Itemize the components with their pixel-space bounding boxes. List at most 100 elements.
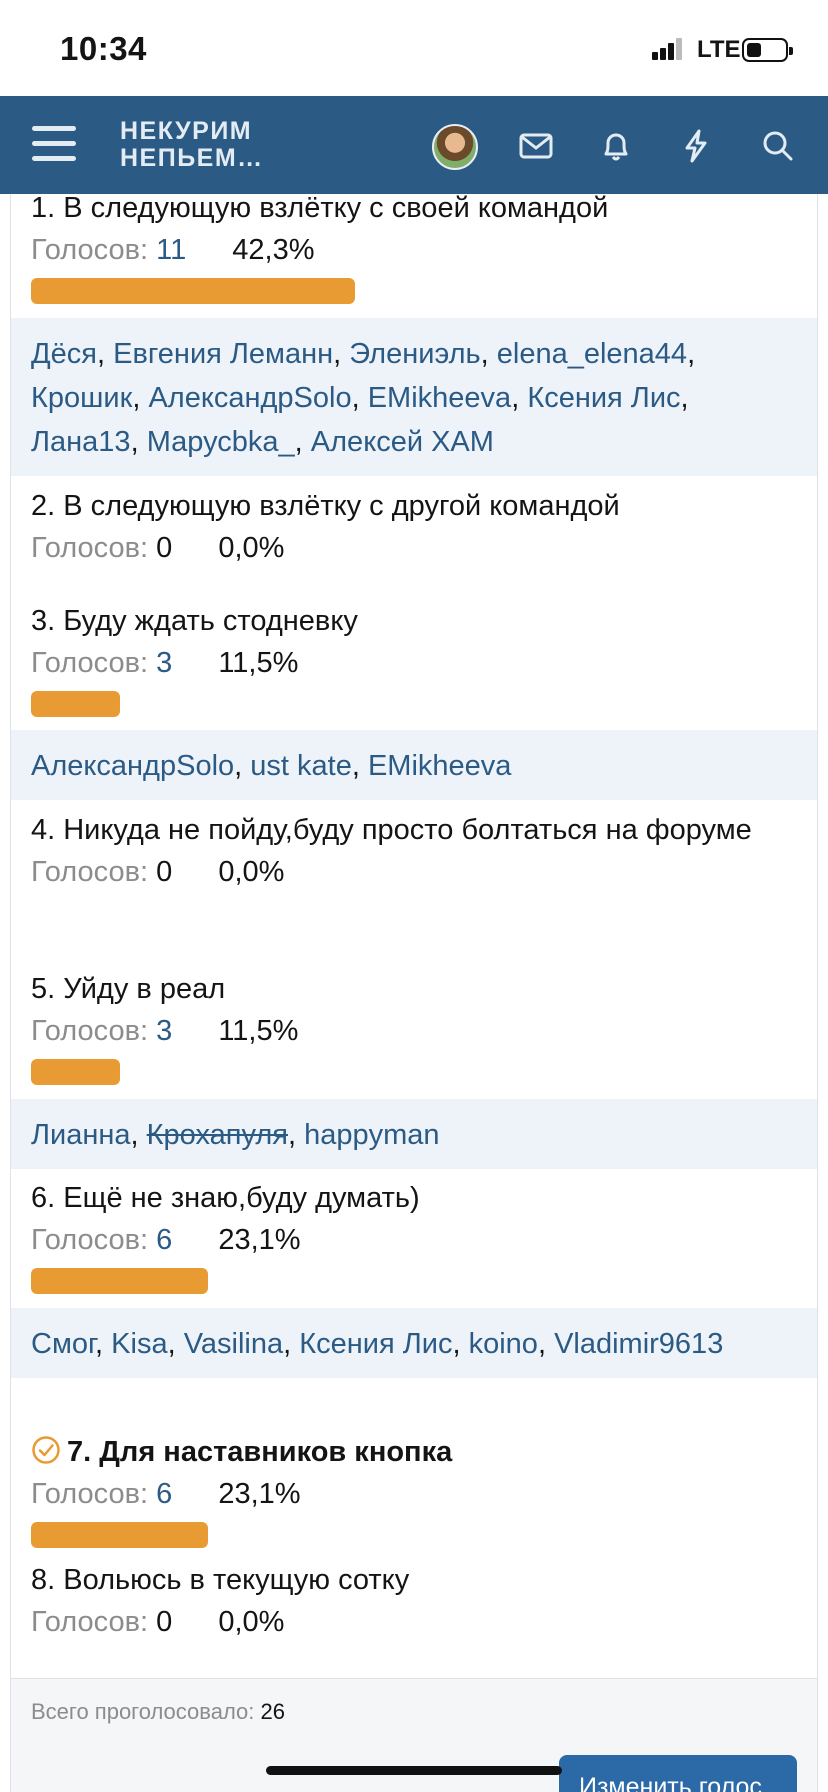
votes-count[interactable]: 6: [156, 1478, 172, 1510]
votes-label: Голосов:: [31, 856, 149, 888]
voter-link[interactable]: EMikheeva: [368, 750, 511, 782]
option-title: 4. Никуда не пойду,буду просто болтаться…: [31, 814, 752, 846]
votes-percent: 42,3%: [232, 234, 315, 266]
total-votes: Всего проголосовало: 26: [31, 1699, 285, 1725]
bell-icon[interactable]: [594, 124, 638, 168]
voter-link[interactable]: Ксения Лис: [527, 382, 680, 414]
poll-option-8: 8. Вольюсь в текущую сотку Голосов: 0 0,…: [11, 1558, 817, 1642]
inbox-icon[interactable]: [514, 124, 558, 168]
search-icon[interactable]: [756, 124, 800, 168]
result-bar: [31, 1059, 120, 1085]
voter-link[interactable]: Евгения Леманн: [113, 338, 333, 370]
poll-option-3: 3. Буду ждать стодневку Голосов: 3 11,5%: [11, 599, 817, 717]
logo-line-1: НЕКУРИМ: [120, 117, 253, 145]
change-vote-button[interactable]: Изменить голос: [559, 1755, 797, 1792]
voter-link[interactable]: Марусbka_: [147, 426, 295, 458]
option-stats: Голосов: 0 0,0%: [31, 852, 797, 892]
poll-results: 1. В следующую взлётку с своей командой …: [10, 194, 818, 1792]
votes-label: Голосов:: [31, 1015, 149, 1047]
voter-link[interactable]: ust kate: [250, 750, 352, 782]
poll-option-1: 1. В следующую взлётку с своей командой …: [11, 194, 817, 304]
check-icon: [31, 1434, 61, 1464]
voter-link[interactable]: Ксения Лис: [299, 1328, 452, 1360]
bolt-icon[interactable]: [674, 124, 718, 168]
poll-option-5: 5. Уйду в реал Голосов: 3 11,5%: [11, 967, 817, 1085]
votes-label: Голосов:: [31, 532, 149, 564]
voters-list-1: Дёся, Евгения Леманн, Элениэль, elena_el…: [11, 318, 817, 476]
battery-icon: [742, 38, 793, 62]
option-title: 6. Ещё не знаю,буду думать): [31, 1182, 420, 1214]
avatar[interactable]: [432, 124, 478, 170]
result-bar: [31, 278, 355, 304]
votes-label: Голосов:: [31, 234, 149, 266]
option-title: 5. Уйду в реал: [31, 973, 226, 1005]
option-title: 8. Вольюсь в текущую сотку: [31, 1564, 410, 1596]
voter-link[interactable]: koino: [469, 1328, 538, 1360]
voter-link[interactable]: Vladimir9613: [554, 1328, 723, 1360]
voter-link[interactable]: Алексей ХАМ: [311, 426, 494, 458]
votes-percent: 11,5%: [218, 1015, 299, 1047]
site-logo[interactable]: НЕКУРИМ НЕПЬЕМ…: [120, 118, 264, 172]
voter-link[interactable]: Элениэль: [349, 338, 480, 370]
poll-option-2: 2. В следующую взлётку с другой командой…: [11, 484, 817, 568]
signal-icon: [652, 38, 682, 60]
voter-link[interactable]: Лана13: [31, 426, 131, 458]
votes-percent: 0,0%: [218, 856, 285, 888]
votes-percent: 23,1%: [218, 1224, 301, 1256]
option-stats: Голосов: 0 0,0%: [31, 1602, 797, 1642]
votes-label: Голосов:: [31, 1478, 149, 1510]
voter-link[interactable]: Vasilina: [184, 1328, 283, 1360]
votes-count: 0: [156, 856, 173, 888]
result-bar: [31, 1522, 208, 1548]
top-nav: НЕКУРИМ НЕПЬЕМ…: [0, 96, 828, 194]
voter-link[interactable]: Дёся: [31, 338, 97, 370]
poll-option-4: 4. Никуда не пойду,буду просто болтаться…: [11, 808, 817, 892]
status-bar: 10:34 LTE: [0, 0, 828, 96]
voter-link[interactable]: happyman: [304, 1119, 439, 1151]
voter-link[interactable]: Kisa: [111, 1328, 167, 1360]
option-stats: Голосов: 3 11,5%: [31, 1011, 797, 1051]
option-stats: Голосов: 0 0,0%: [31, 528, 797, 568]
menu-icon[interactable]: [32, 126, 76, 162]
result-bar: [31, 1268, 208, 1294]
network-label: LTE: [697, 36, 741, 63]
home-indicator: [266, 1766, 562, 1775]
option-title: 2. В следующую взлётку с другой командой: [31, 490, 620, 522]
option-title: 1. В следующую взлётку с своей командой: [31, 194, 609, 224]
option-stats: Голосов: 11 42,3%: [31, 230, 797, 270]
voters-list-6: Смог, Kisa, Vasilina, Ксения Лис, koino,…: [11, 1308, 817, 1378]
poll-option-7: 7. Для наставников кнопка Голосов: 6 23,…: [11, 1430, 817, 1548]
votes-count: 0: [156, 532, 173, 564]
votes-count[interactable]: 3: [156, 647, 172, 679]
votes-label: Голосов:: [31, 647, 149, 679]
total-votes-label: Всего проголосовало:: [31, 1699, 255, 1724]
result-bar: [31, 691, 120, 717]
voter-link-banned[interactable]: Крохапуля: [147, 1119, 288, 1151]
voter-link[interactable]: АлександрSolo: [148, 382, 351, 414]
logo-line-2: НЕПЬЕМ…: [120, 144, 264, 172]
option-title-text: 7. Для наставников кнопка: [67, 1436, 453, 1468]
option-title-selected: 7. Для наставников кнопка: [31, 1430, 797, 1474]
voter-link[interactable]: EMikheeva: [368, 382, 511, 414]
voters-list-5: Лианна, Крохапуля, happyman: [11, 1099, 817, 1169]
votes-label: Голосов:: [31, 1606, 149, 1638]
voter-link[interactable]: Лианна: [31, 1119, 131, 1151]
voter-link[interactable]: Крошик: [31, 382, 132, 414]
votes-percent: 23,1%: [218, 1478, 301, 1510]
votes-percent: 0,0%: [218, 1606, 285, 1638]
votes-count[interactable]: 3: [156, 1015, 172, 1047]
votes-count: 0: [156, 1606, 173, 1638]
total-votes-value: 26: [260, 1699, 285, 1724]
votes-count[interactable]: 11: [156, 234, 186, 266]
voter-link[interactable]: elena_elena44: [497, 338, 687, 370]
voter-link[interactable]: Смог: [31, 1328, 95, 1360]
votes-percent: 0,0%: [218, 532, 285, 564]
votes-label: Голосов:: [31, 1224, 149, 1256]
votes-count[interactable]: 6: [156, 1224, 172, 1256]
option-title: 3. Буду ждать стодневку: [31, 605, 358, 637]
voters-list-3: АлександрSolo, ust kate, EMikheeva: [11, 730, 817, 800]
voter-link[interactable]: АлександрSolo: [31, 750, 234, 782]
poll-option-6: 6. Ещё не знаю,буду думать) Голосов: 6 2…: [11, 1176, 817, 1294]
option-stats: Голосов: 6 23,1%: [31, 1474, 797, 1514]
status-time: 10:34: [60, 30, 147, 67]
